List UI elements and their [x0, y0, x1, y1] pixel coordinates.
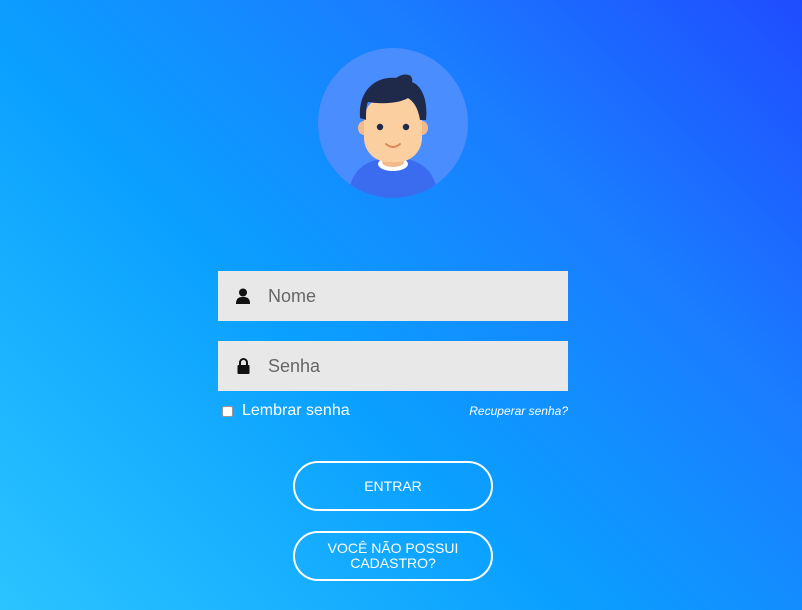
remember-password[interactable]: Lembrar senha	[222, 402, 350, 420]
lock-icon	[218, 341, 268, 391]
user-icon	[218, 271, 268, 321]
password-input[interactable]	[268, 341, 568, 391]
recover-password-link[interactable]: Recuperar senha?	[469, 404, 568, 418]
name-field[interactable]	[218, 271, 568, 321]
register-button[interactable]: VOCÊ NÃO POSSUI CADASTRO?	[293, 531, 493, 581]
remember-label: Lembrar senha	[242, 402, 350, 419]
login-button[interactable]: ENTRAR	[293, 461, 493, 511]
remember-checkbox[interactable]	[222, 405, 233, 417]
user-avatar-icon	[318, 48, 468, 198]
name-input[interactable]	[268, 271, 568, 321]
password-field[interactable]	[218, 341, 568, 391]
